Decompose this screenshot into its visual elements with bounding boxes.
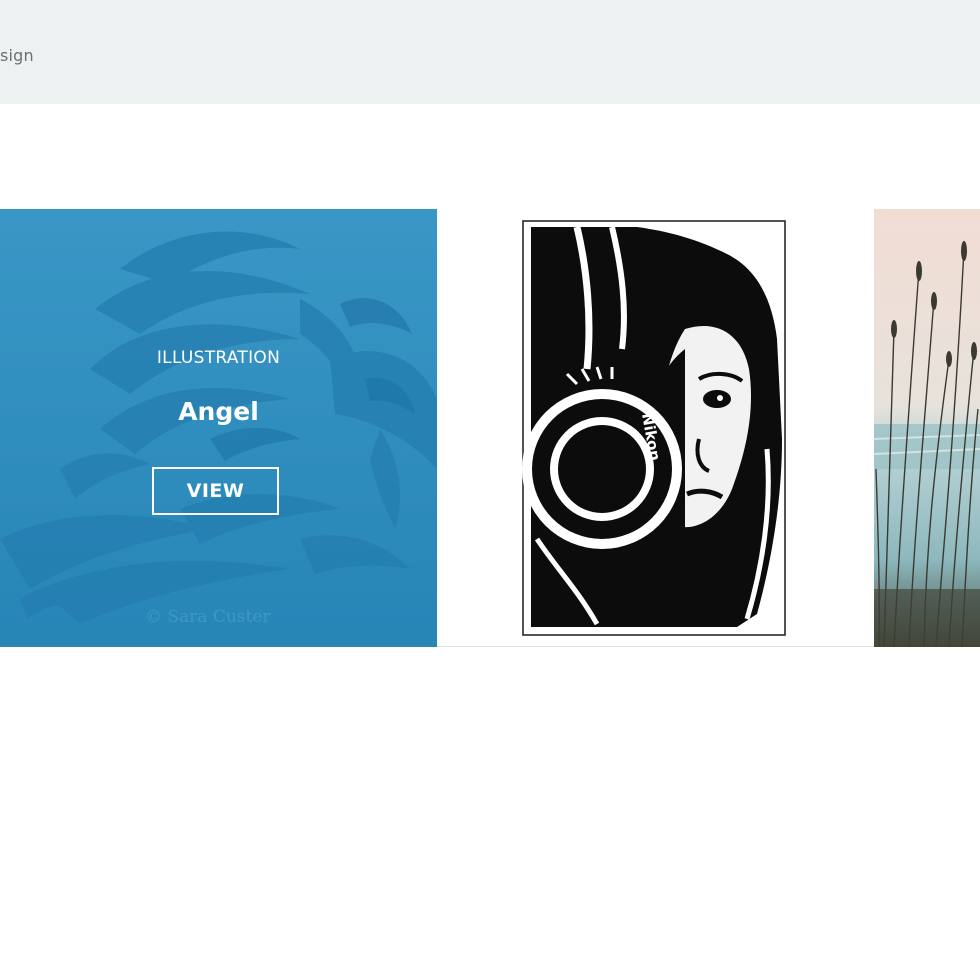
- view-button[interactable]: VIEW: [152, 467, 279, 515]
- portfolio-item-nikon[interactable]: Nikon: [437, 209, 874, 647]
- nikon-girl-illustration-image: Nikon: [437, 209, 874, 646]
- nav-link-design[interactable]: sign: [0, 46, 34, 65]
- portfolio-item-beach[interactable]: [874, 209, 980, 647]
- item-title: Angel: [178, 397, 259, 426]
- item-category: ILLUSTRATION: [156, 348, 281, 368]
- beach-grass-photo: [874, 209, 980, 647]
- portfolio-item-angel[interactable]: © Sara Custer ILLUSTRATION Angel VIEW: [0, 209, 437, 647]
- site-header: sign: [0, 0, 980, 104]
- portfolio-gallery: © Sara Custer ILLUSTRATION Angel VIEW Ni…: [0, 209, 980, 647]
- hover-overlay: ILLUSTRATION Angel VIEW: [0, 209, 437, 647]
